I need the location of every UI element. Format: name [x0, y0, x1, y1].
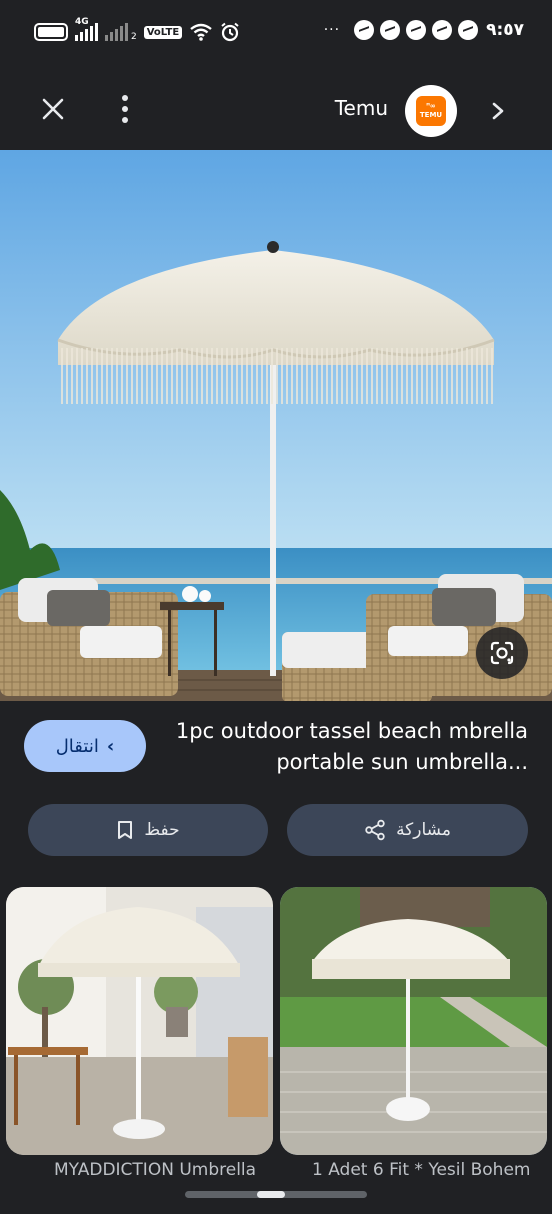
messenger-icon	[380, 20, 401, 40]
visit-button[interactable]: انتقال ‹	[24, 720, 146, 772]
battery-icon	[34, 23, 68, 41]
messenger-icon	[458, 20, 479, 40]
network-tag: 4G	[75, 17, 89, 27]
close-icon	[42, 98, 64, 120]
product-image[interactable]	[0, 150, 552, 701]
logo-text: TEMU	[419, 111, 443, 119]
gesture-nav-handle[interactable]	[185, 1191, 367, 1198]
alarm-icon	[221, 22, 239, 42]
signal-icon: 4G	[75, 17, 98, 41]
open-site-button[interactable]	[484, 94, 512, 128]
related-image[interactable]	[6, 887, 273, 1155]
clock: ٩:٥٧	[486, 20, 524, 40]
save-button[interactable]: حفظ	[28, 804, 268, 856]
logo-mark: ᴴ∞	[426, 102, 436, 110]
visit-button-label: انتقال	[55, 735, 99, 757]
related-umbrella-photo	[6, 887, 273, 1155]
umbrella-photo	[0, 150, 552, 701]
bookmark-icon	[118, 821, 133, 839]
more-options-button[interactable]	[110, 90, 140, 128]
save-button-label: حفظ	[144, 820, 180, 840]
volte-badge: VoLTE	[143, 25, 183, 39]
wifi-icon	[190, 23, 212, 41]
lens-icon	[490, 641, 514, 665]
lens-search-button[interactable]	[476, 627, 528, 679]
temu-logo[interactable]: ᴴ∞ TEMU	[405, 85, 457, 137]
share-icon	[365, 819, 385, 841]
more-vert-icon	[122, 95, 128, 101]
chevron-left-icon: ‹	[106, 735, 115, 757]
share-button-label: مشاركة	[396, 820, 451, 840]
top-app-bar: Temu ᴴ∞ TEMU	[0, 68, 552, 150]
share-button[interactable]: مشاركة	[287, 804, 528, 856]
related-caption[interactable]: MYADDICTION Umbrella	[54, 1160, 316, 1180]
signal-sim2-icon	[105, 23, 128, 41]
overflow-indicator: ···	[323, 22, 341, 38]
related-image[interactable]	[280, 887, 547, 1155]
close-button[interactable]	[36, 92, 70, 126]
status-left: 4G 2 VoLTE	[34, 17, 240, 42]
sim2-tag: 2	[131, 32, 137, 42]
product-title[interactable]: 1pc outdoor tassel beach mbrella portabl…	[168, 716, 528, 778]
messenger-icon	[432, 20, 453, 40]
related-umbrella-photo	[280, 887, 547, 1155]
chevron-right-icon	[492, 102, 504, 120]
related-caption[interactable]: 1 Adet 6 Fit * Yesil Bohem	[312, 1160, 552, 1180]
nav-handle-indicator	[257, 1191, 285, 1198]
messenger-icon	[354, 20, 375, 40]
status-right: ··· ٩:٥٧	[324, 20, 524, 40]
status-bar: 4G 2 VoLTE ··· ٩:٥٧	[0, 0, 552, 68]
site-name[interactable]: Temu	[335, 96, 388, 120]
messenger-icon	[406, 20, 427, 40]
